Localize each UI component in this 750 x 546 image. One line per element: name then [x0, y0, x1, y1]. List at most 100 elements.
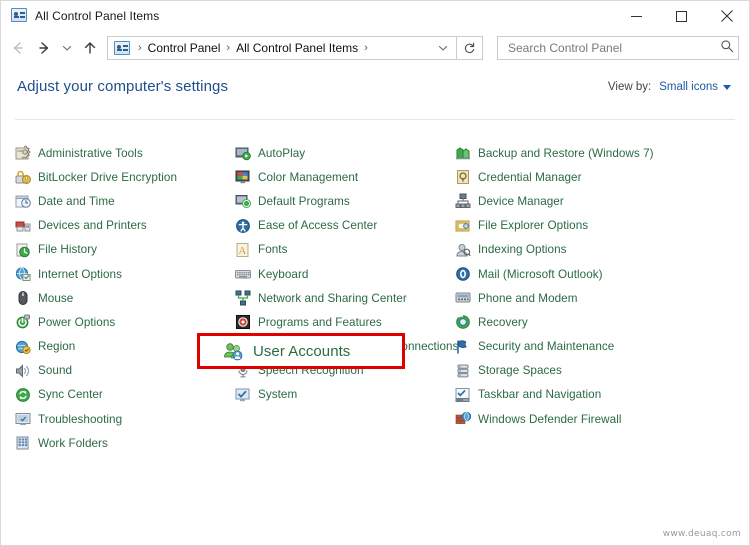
maximize-button[interactable]	[659, 1, 704, 31]
item-default-programs[interactable]: Default Programs	[235, 189, 455, 213]
item-device-manager[interactable]: Device Manager	[455, 189, 715, 213]
item-administrative-tools[interactable]: Administrative Tools	[15, 141, 235, 165]
item-mail[interactable]: Mail (Microsoft Outlook)	[455, 262, 715, 286]
item-label: AutoPlay	[258, 146, 306, 160]
content-header: Adjust your computer's settings View by:…	[1, 65, 749, 111]
close-button[interactable]	[704, 1, 749, 31]
sync-center-icon	[15, 387, 31, 403]
up-arrow-icon[interactable]	[77, 35, 103, 61]
item-label: Administrative Tools	[38, 146, 143, 160]
item-windows-defender-firewall[interactable]: Windows Defender Firewall	[455, 407, 715, 431]
page-title: Adjust your computer's settings	[17, 78, 229, 95]
items-column-1: Administrative Tools BitLocker Drive Enc…	[15, 141, 235, 455]
back-arrow-icon[interactable]	[5, 35, 31, 61]
address-bar: › Control Panel › All Control Panel Item…	[1, 31, 749, 65]
bitlocker-icon	[15, 169, 31, 185]
item-work-folders[interactable]: Work Folders	[15, 431, 235, 455]
item-label: File Explorer Options	[478, 219, 589, 233]
item-keyboard[interactable]: Keyboard	[235, 262, 455, 286]
view-by-value[interactable]: Small icons	[659, 81, 718, 93]
item-credential-manager[interactable]: Credential Manager	[455, 165, 715, 189]
storage-spaces-icon	[455, 363, 471, 379]
region-icon	[15, 339, 31, 355]
item-taskbar-and-navigation[interactable]: Taskbar and Navigation	[455, 383, 715, 407]
fonts-icon: A	[235, 242, 251, 258]
item-backup-and-restore[interactable]: Backup and Restore (Windows 7)	[455, 141, 715, 165]
breadcrumb-separator: ›	[226, 42, 231, 54]
item-label: File History	[38, 243, 98, 257]
item-ease-of-access-center[interactable]: Ease of Access Center	[235, 214, 455, 238]
item-label: Network and Sharing Center	[258, 291, 407, 305]
item-programs-and-features[interactable]: Programs and Features	[235, 310, 455, 334]
item-date-and-time[interactable]: Date and Time	[15, 189, 235, 213]
breadcrumb-separator: ›	[364, 42, 368, 54]
highlight-user-accounts[interactable]: User Accounts	[197, 333, 405, 369]
item-label: Troubleshooting	[38, 412, 123, 426]
item-system[interactable]: System	[235, 383, 455, 407]
view-by-chevron-down-icon[interactable]	[723, 84, 731, 90]
item-fonts[interactable]: A Fonts	[235, 238, 455, 262]
mouse-icon	[15, 290, 31, 306]
control-panel-window: All Control Panel Items › Control Panel …	[0, 0, 750, 546]
sound-icon	[15, 363, 31, 379]
item-file-history[interactable]: File History	[15, 238, 235, 262]
item-storage-spaces[interactable]: Storage Spaces	[455, 359, 715, 383]
item-indexing-options[interactable]: Indexing Options	[455, 238, 715, 262]
item-label: Security and Maintenance	[478, 340, 615, 354]
item-devices-and-printers[interactable]: Devices and Printers	[15, 214, 235, 238]
refresh-icon[interactable]	[457, 36, 483, 60]
color-management-icon	[235, 169, 251, 185]
date-and-time-icon	[15, 193, 31, 209]
item-file-explorer-options[interactable]: File Explorer Options	[455, 214, 715, 238]
system-icon	[235, 387, 251, 403]
minimize-button[interactable]	[614, 1, 659, 31]
item-mouse[interactable]: Mouse	[15, 286, 235, 310]
breadcrumb-item-all-control-panel-items[interactable]: All Control Panel Items	[236, 41, 358, 55]
search-box[interactable]	[497, 36, 739, 60]
item-label: Default Programs	[258, 194, 350, 208]
item-label: Ease of Access Center	[258, 219, 378, 233]
search-input[interactable]	[506, 40, 720, 56]
administrative-tools-icon	[15, 145, 31, 161]
item-color-management[interactable]: Color Management	[235, 165, 455, 189]
item-bitlocker-drive-encryption[interactable]: BitLocker Drive Encryption	[15, 165, 235, 189]
item-label: Region	[38, 340, 76, 354]
item-sync-center[interactable]: Sync Center	[15, 383, 235, 407]
item-label: Storage Spaces	[478, 364, 562, 378]
item-label: Backup and Restore (Windows 7)	[478, 146, 654, 160]
forward-arrow-icon[interactable]	[31, 35, 57, 61]
item-label: Programs and Features	[258, 315, 382, 329]
recent-locations-chevron-down-icon[interactable]	[57, 35, 77, 61]
item-label: Recovery	[478, 315, 528, 329]
item-troubleshooting[interactable]: Troubleshooting	[15, 407, 235, 431]
highlight-label: User Accounts	[253, 342, 351, 360]
breadcrumb[interactable]: › Control Panel › All Control Panel Item…	[107, 36, 457, 60]
item-internet-options[interactable]: Internet Options	[15, 262, 235, 286]
ease-of-access-icon	[235, 218, 251, 234]
user-accounts-icon	[222, 341, 243, 362]
item-security-and-maintenance[interactable]: Security and Maintenance	[455, 335, 715, 359]
item-recovery[interactable]: Recovery	[455, 310, 715, 334]
item-power-options[interactable]: Power Options	[15, 310, 235, 334]
items-column-2: AutoPlay Color Management Default Progra…	[235, 141, 458, 455]
breadcrumb-chevron-down-icon[interactable]	[432, 37, 454, 59]
default-programs-icon	[235, 193, 251, 209]
breadcrumb-separator: ›	[138, 42, 142, 54]
control-panel-items-grid: Administrative Tools BitLocker Drive Enc…	[1, 120, 749, 455]
watermark: www.deuaq.com	[662, 529, 741, 539]
item-label: Date and Time	[38, 194, 115, 208]
item-autoplay[interactable]: AutoPlay	[235, 141, 455, 165]
item-label: Power Options	[38, 315, 116, 329]
svg-text:A: A	[238, 245, 246, 257]
network-sharing-icon	[235, 290, 251, 306]
item-phone-and-modem[interactable]: Phone and Modem	[455, 286, 715, 310]
item-label: Color Management	[258, 170, 359, 184]
mail-icon	[455, 266, 471, 282]
file-history-icon	[15, 242, 31, 258]
search-icon[interactable]	[720, 39, 734, 58]
item-network-and-sharing-center[interactable]: Network and Sharing Center	[235, 286, 455, 310]
item-label: Windows Defender Firewall	[478, 412, 622, 426]
file-explorer-options-icon	[455, 218, 471, 234]
view-by-label: View by:	[607, 81, 652, 93]
breadcrumb-item-control-panel[interactable]: Control Panel	[148, 41, 221, 55]
